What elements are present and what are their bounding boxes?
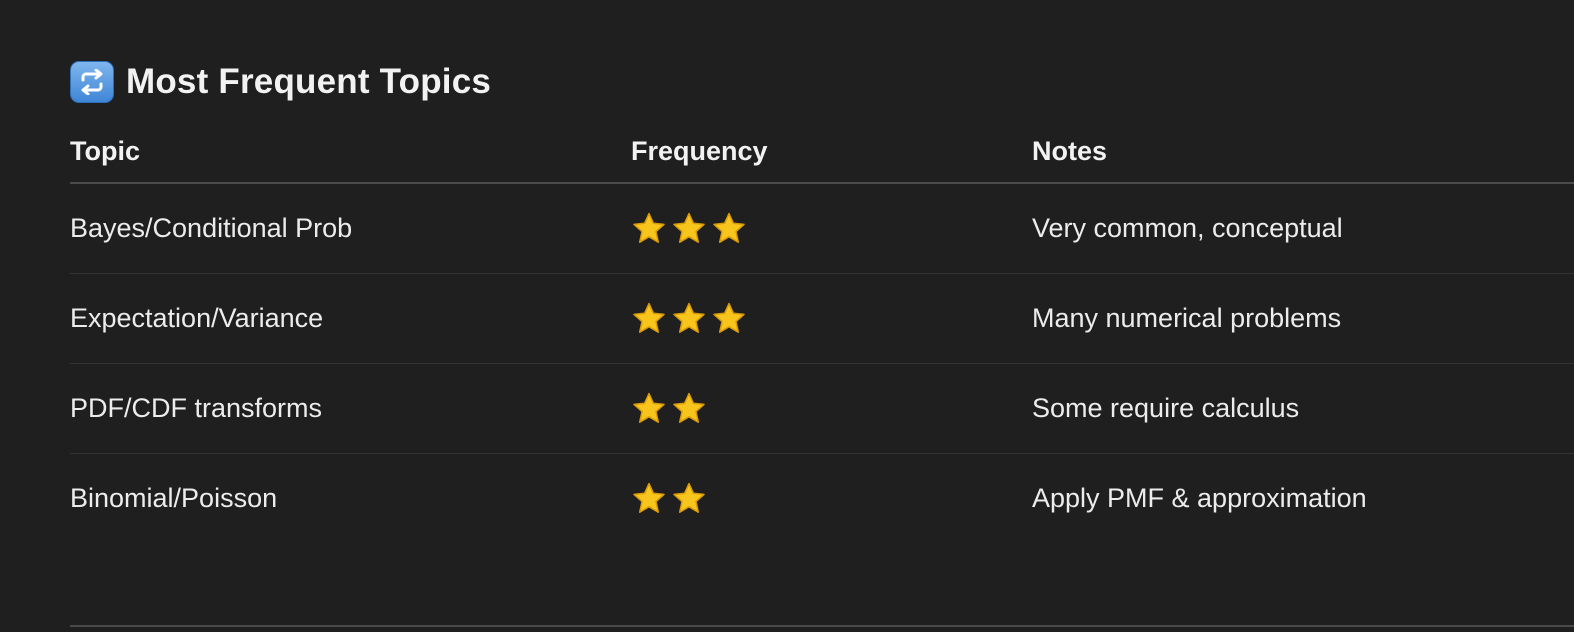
header-topic: Topic — [70, 120, 631, 184]
star-icon — [633, 482, 665, 513]
notes-cell: Some require calculus — [1032, 363, 1574, 454]
star-rating — [631, 391, 1032, 427]
star-icon — [633, 212, 665, 243]
page: Most Frequent Topics Topic Frequency Not… — [0, 0, 1574, 632]
star-icon — [673, 392, 705, 423]
frequency-cell — [631, 454, 1032, 544]
repeat-icon — [70, 61, 114, 103]
star-rating — [631, 211, 1032, 247]
topic-cell: Expectation/Variance — [70, 273, 631, 364]
frequency-cell — [631, 273, 1032, 364]
star-rating — [631, 301, 1032, 337]
frequency-cell — [631, 183, 1032, 274]
notes-cell: Many numerical problems — [1032, 273, 1574, 364]
section-title: Most Frequent Topics — [126, 62, 492, 101]
star-rating — [631, 481, 1032, 517]
header-frequency: Frequency — [631, 120, 1032, 184]
table-header-row: Topic Frequency Notes — [70, 120, 1574, 184]
star-icon — [673, 302, 705, 333]
table-row: PDF/CDF transforms Some require calculus — [70, 363, 1574, 454]
table-row: Binomial/Poisson Apply PMF & approximati… — [70, 454, 1574, 544]
star-icon — [633, 392, 665, 423]
star-icon — [673, 212, 705, 243]
notes-cell: Very common, conceptual — [1032, 183, 1574, 274]
topic-cell: PDF/CDF transforms — [70, 363, 631, 454]
header-notes: Notes — [1032, 120, 1574, 184]
star-icon — [713, 212, 745, 243]
star-icon — [633, 302, 665, 333]
star-icon — [713, 302, 745, 333]
notes-cell: Apply PMF & approximation — [1032, 483, 1367, 513]
section-heading: Most Frequent Topics — [70, 60, 491, 104]
table-row: Expectation/Variance Many numerical prob… — [70, 273, 1574, 364]
divider — [70, 625, 1574, 627]
table-row: Bayes/Conditional Prob Very common, conc… — [70, 183, 1574, 274]
star-icon — [673, 482, 705, 513]
topic-cell: Bayes/Conditional Prob — [70, 183, 631, 274]
topic-cell: Binomial/Poisson — [70, 483, 278, 513]
frequency-cell — [631, 363, 1032, 454]
topics-table: Topic Frequency Notes Bayes/Conditional … — [70, 120, 1574, 543]
